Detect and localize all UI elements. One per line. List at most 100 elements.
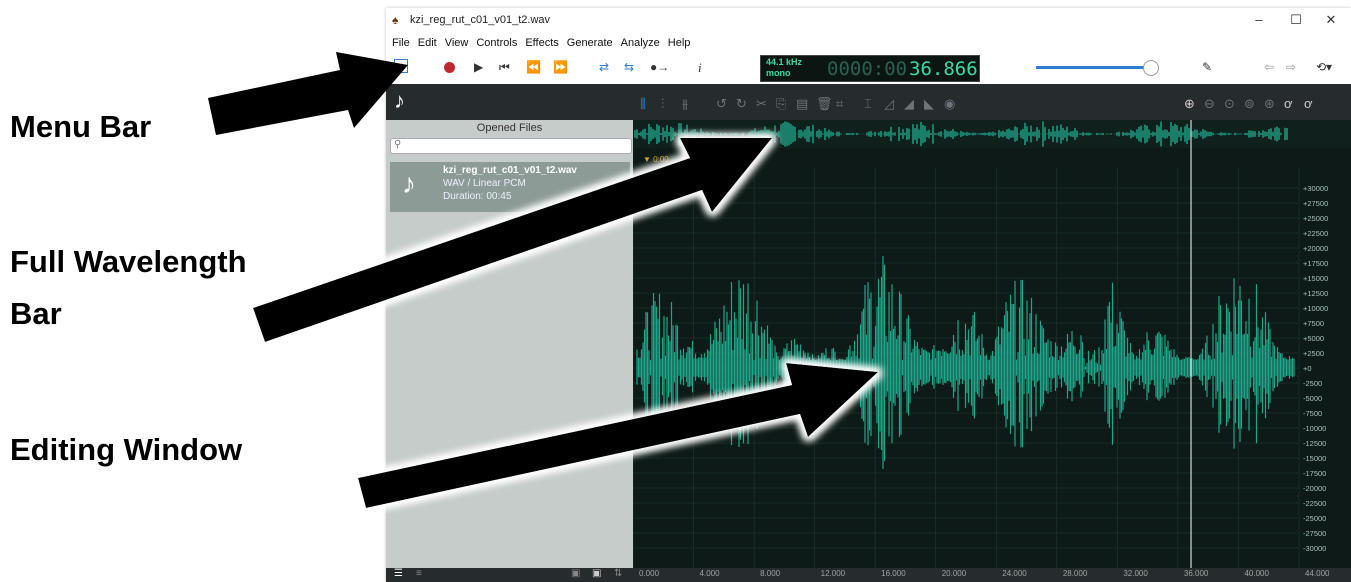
cut-icon[interactable]: ✂ bbox=[756, 96, 767, 112]
annotation-full-wavelength-bar-line1: Full Wavelength bbox=[10, 244, 247, 279]
file-list-item[interactable]: ♪ kzi_reg_rut_c01_v01_t2.wav WAV / Linea… bbox=[390, 162, 630, 212]
undo-icon[interactable]: ↺ bbox=[716, 96, 727, 112]
status-icon-1[interactable]: ▣ bbox=[571, 568, 580, 579]
menu-bar: File Edit View Controls Effects Generate Analy… bbox=[386, 34, 1351, 52]
record-button[interactable] bbox=[444, 62, 455, 73]
volume-slider[interactable] bbox=[1036, 66, 1148, 69]
zoom-vertical-out-icon[interactable]: ơ bbox=[1284, 96, 1293, 111]
menu-file[interactable]: File bbox=[392, 34, 410, 52]
delete-icon[interactable]: 🗑 bbox=[816, 96, 833, 112]
opened-files-panel: Opened Files ⚲ ♪ kzi_reg_rut_c01_v01_t2.… bbox=[386, 120, 633, 568]
amplitude-label: -30000 bbox=[1303, 544, 1326, 553]
list-view-icon[interactable]: ☰ bbox=[394, 568, 403, 579]
menu-controls[interactable]: Controls bbox=[476, 34, 517, 52]
menu-edit[interactable]: Edit bbox=[418, 34, 437, 52]
follow-cursor-button[interactable]: ●→ bbox=[650, 60, 669, 74]
time-label: 28.000 bbox=[1062, 569, 1088, 578]
amplitude-label: +27500 bbox=[1303, 199, 1328, 208]
forward-arrow-icon[interactable]: ⇨ bbox=[1286, 60, 1296, 74]
info-button[interactable]: i bbox=[698, 60, 702, 76]
menu-generate[interactable]: Generate bbox=[567, 34, 613, 52]
amplitude-label: +20000 bbox=[1303, 244, 1328, 253]
amplitude-label: -22500 bbox=[1303, 499, 1326, 508]
status-icon-3[interactable]: ⇅ bbox=[614, 568, 622, 579]
fast-forward-button[interactable]: ⏩ bbox=[553, 60, 568, 74]
amplitude-label: -15000 bbox=[1303, 454, 1326, 463]
time-label: 16.000 bbox=[881, 569, 906, 578]
redo-icon[interactable]: ↻ bbox=[736, 96, 747, 112]
menu-view[interactable]: View bbox=[445, 34, 469, 52]
zoom-selection-icon[interactable]: ⊙ bbox=[1224, 96, 1235, 112]
back-arrow-icon[interactable]: ⇦ bbox=[1264, 60, 1274, 74]
menu-help[interactable]: Help bbox=[668, 34, 691, 52]
amplitude-label: -2500 bbox=[1303, 379, 1322, 388]
selection-tool-icon[interactable] bbox=[394, 59, 408, 73]
close-button[interactable]: ✕ bbox=[1316, 12, 1346, 28]
app-window: ♠ kzi_reg_rut_c01_v01_t2.wav – ☐ ✕ File E… bbox=[386, 8, 1351, 582]
spectrogram-view-icon[interactable]: ⫵ bbox=[682, 96, 688, 112]
file-format: WAV / Linear PCM bbox=[443, 178, 526, 189]
amplitude-label: -12500 bbox=[1303, 439, 1326, 448]
time-label: 32.000 bbox=[1123, 569, 1148, 578]
zoom-reset-icon[interactable]: ơ bbox=[1304, 96, 1313, 111]
zoom-out-icon[interactable]: ⊖ bbox=[1204, 96, 1215, 112]
zoom-fit-icon[interactable]: ⊚ bbox=[1244, 96, 1255, 112]
lcd-channels: mono bbox=[766, 68, 791, 78]
fade-in-icon[interactable]: ◢ bbox=[904, 96, 914, 112]
amplitude-label: -7500 bbox=[1303, 409, 1322, 418]
copy-icon[interactable]: ⎘ bbox=[776, 96, 786, 112]
menu-effects[interactable]: Effects bbox=[525, 34, 558, 52]
minimize-button[interactable]: – bbox=[1244, 12, 1274, 27]
loop-selection-button[interactable]: ⇆ bbox=[624, 60, 634, 74]
loop-button[interactable]: ⇄ bbox=[599, 60, 609, 74]
amplitude-label: +22500 bbox=[1303, 229, 1328, 238]
opened-files-header: Opened Files bbox=[476, 122, 543, 134]
time-label: 24.000 bbox=[1002, 569, 1027, 578]
zoom-vertical-in-icon[interactable]: ⊛ bbox=[1264, 96, 1275, 112]
maximize-button[interactable]: ☐ bbox=[1281, 12, 1311, 28]
effects-icon[interactable]: ◉ bbox=[944, 96, 955, 112]
time-display: 44.1 kHz mono 0000:00 36.866 bbox=[760, 55, 980, 82]
lcd-time: 36.866 bbox=[909, 58, 978, 80]
amplitude-label: +0 bbox=[1303, 364, 1312, 373]
lcd-sample-rate: 44.1 kHz bbox=[766, 57, 803, 67]
volume-slider-thumb[interactable] bbox=[1143, 60, 1159, 76]
status-icon-2[interactable]: ▣ bbox=[592, 568, 601, 579]
amplitude-label: +17500 bbox=[1303, 259, 1328, 268]
time-axis: 0.000 4.000 8.000 12.000 16.000 20.000 24.000 2… bbox=[633, 568, 1351, 582]
history-icon[interactable]: ⟲▾ bbox=[1316, 60, 1332, 74]
annotation-menu-bar: Menu Bar bbox=[10, 109, 152, 144]
waveform-display[interactable]: ▼ 0:00 +30000 +27500 +25000 +22500 +20000 +175… bbox=[633, 120, 1351, 568]
paste-icon[interactable]: ▤ bbox=[796, 96, 808, 112]
editing-window[interactable]: ▼ 0:00 +30000 +27500 +25000 +22500 +20000 +175… bbox=[633, 120, 1351, 568]
menu-analyze[interactable]: Analyze bbox=[621, 34, 660, 52]
amplitude-label: +15000 bbox=[1303, 274, 1328, 283]
annotation-editing-window: Editing Window bbox=[10, 432, 243, 467]
amplitude-label: -10000 bbox=[1303, 424, 1326, 433]
fade-out-icon[interactable]: ◣ bbox=[924, 96, 934, 112]
time-label: 0.000 bbox=[639, 569, 660, 578]
audio-file-icon: ♪ bbox=[402, 168, 416, 199]
skip-to-start-button[interactable]: ⏮ bbox=[499, 60, 510, 75]
amplitude-label: +25000 bbox=[1303, 214, 1328, 223]
zoom-in-icon[interactable]: ⊕ bbox=[1184, 96, 1195, 112]
time-label: 12.000 bbox=[820, 569, 846, 578]
amplitude-label: +12500 bbox=[1303, 289, 1328, 298]
amplitude-label: -27500 bbox=[1303, 529, 1326, 538]
amplitude-label: +2500 bbox=[1303, 349, 1324, 358]
file-search-input[interactable]: ⚲ bbox=[390, 138, 632, 154]
waveform-view-icon[interactable]: ⫼ bbox=[640, 96, 646, 112]
fade-icon[interactable]: ◿ bbox=[884, 96, 894, 112]
crop-icon[interactable]: ⌗ bbox=[836, 96, 843, 112]
cursor-mode-icon[interactable]: ✎ bbox=[1202, 60, 1212, 74]
time-label: 20.000 bbox=[941, 569, 967, 578]
normalize-icon[interactable]: ⌶ bbox=[864, 96, 872, 112]
time-label: 40.000 bbox=[1244, 569, 1269, 578]
amplitude-label: -5000 bbox=[1303, 394, 1322, 403]
play-button[interactable]: ▶ bbox=[474, 60, 483, 74]
spectrum-view-icon[interactable]: ⫶ bbox=[661, 96, 664, 112]
amplitude-label: -25000 bbox=[1303, 514, 1326, 523]
compact-view-icon[interactable]: ≡ bbox=[416, 568, 422, 579]
arrow-menu-bar bbox=[208, 52, 408, 135]
rewind-button[interactable]: ⏪ bbox=[526, 60, 541, 74]
